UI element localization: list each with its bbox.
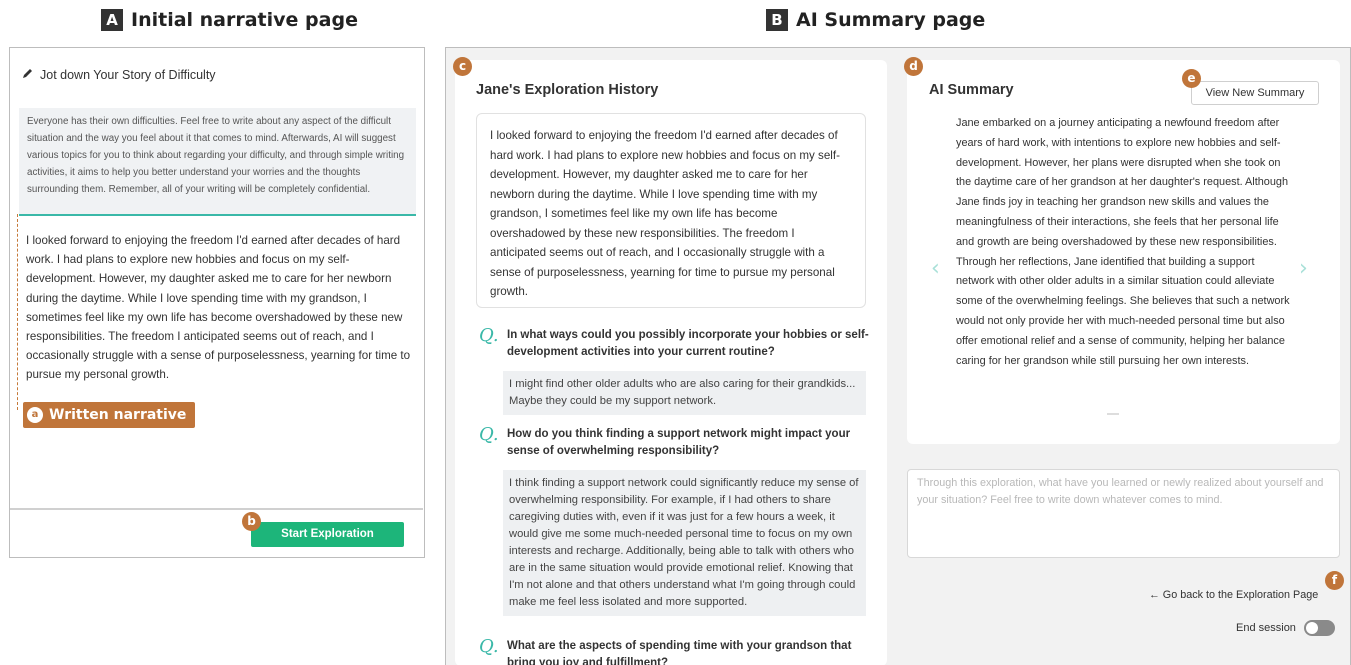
answer-1: I might find other older adults who are … [503, 371, 866, 415]
story-box: I looked forward to enjoying the freedom… [476, 113, 866, 308]
question-text: What are the aspects of spending time wi… [507, 640, 852, 665]
callout-d: d [904, 57, 923, 76]
narrative-textarea[interactable]: I looked forward to enjoying the freedom… [26, 231, 411, 385]
end-session-label: End session [1236, 622, 1296, 634]
end-session-row: End session [1236, 620, 1335, 636]
panel-a-title: A Initial narrative page [101, 9, 358, 31]
q-icon: Q. [479, 325, 499, 346]
callout-a: a [27, 407, 43, 423]
panel-b-letter: B [766, 9, 788, 31]
question-text: How do you think finding a support netwo… [507, 428, 851, 457]
story-header-text: Jot down Your Story of Difficulty [40, 68, 216, 82]
ai-summary-card: AI Summary View New Summary Jane embarke… [907, 60, 1340, 444]
pencil-icon [22, 68, 33, 82]
question-2: Q. How do you think finding a support ne… [479, 426, 869, 460]
history-title: Jane's Exploration History [476, 82, 659, 98]
question-3: Q. What are the aspects of spending time… [479, 638, 869, 665]
callout-f: f [1325, 571, 1344, 590]
go-back-link[interactable]: ← Go back to the Exploration Page [1149, 589, 1318, 601]
exploration-history-card: Jane's Exploration History I looked forw… [455, 60, 887, 665]
footer-divider [10, 508, 423, 510]
view-new-summary-button[interactable]: View New Summary [1191, 81, 1319, 105]
callout-e: e [1182, 69, 1201, 88]
question-1: Q. In what ways could you possibly incor… [479, 327, 869, 361]
panel-b-title: B AI Summary page [766, 9, 985, 31]
q-icon: Q. [479, 424, 499, 445]
divider [19, 214, 416, 216]
panel-a-title-text: Initial narrative page [131, 9, 358, 31]
chevron-right-icon[interactable]: › [1299, 256, 1308, 281]
end-session-toggle[interactable] [1303, 620, 1335, 636]
story-header: Jot down Your Story of Difficulty [22, 68, 216, 82]
narrative-bracket [17, 214, 18, 410]
written-narrative-tag: a Written narrative [23, 402, 196, 428]
initial-narrative-panel: Jot down Your Story of Difficulty Everyo… [9, 47, 425, 558]
callout-b: b [242, 512, 261, 531]
panel-b-title-text: AI Summary page [796, 9, 986, 31]
chevron-left-icon[interactable]: ‹ [931, 256, 940, 281]
q-icon: Q. [479, 636, 499, 657]
start-exploration-button[interactable]: Start Exploration [251, 522, 404, 547]
answer-2: I think finding a support network could … [503, 470, 866, 616]
instructions-text: Everyone has their own difficulties. Fee… [19, 108, 416, 214]
panel-a-letter: A [101, 9, 123, 31]
question-text: In what ways could you possibly incorpor… [507, 329, 869, 358]
written-narrative-label: Written narrative [49, 407, 187, 423]
summary-title: AI Summary [929, 82, 1014, 98]
ai-summary-panel: Jane's Exploration History I looked forw… [445, 47, 1351, 665]
callout-c: c [453, 57, 472, 76]
summary-text: Jane embarked on a journey anticipating … [956, 117, 1290, 367]
reflection-input[interactable]: Through this exploration, what have you … [907, 469, 1340, 558]
pagination-indicator [1107, 413, 1119, 415]
